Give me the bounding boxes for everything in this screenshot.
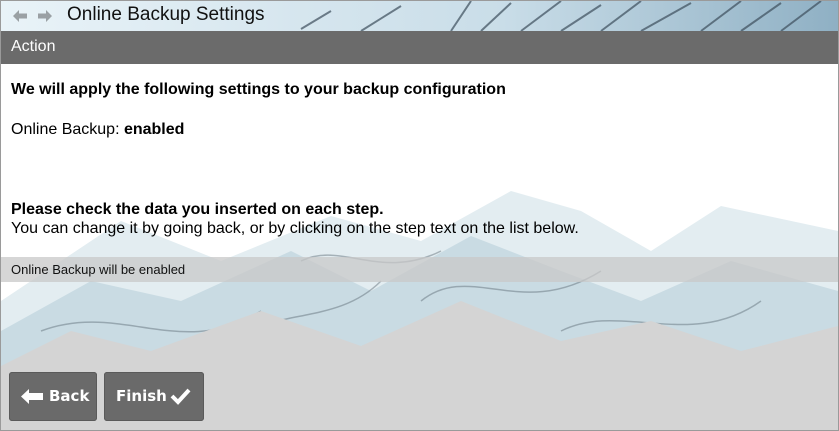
arrow-right-icon[interactable] bbox=[38, 10, 52, 22]
arrow-left-icon bbox=[21, 389, 43, 404]
online-backup-status: Online Backup: enabled bbox=[11, 121, 184, 139]
title-bar: Online Backup Settings bbox=[1, 1, 838, 31]
check-instructions: You can change it by going back, or by c… bbox=[11, 220, 579, 237]
check-heading: Please check the data you inserted on ea… bbox=[11, 201, 384, 218]
summary-heading: We will apply the following settings to … bbox=[11, 81, 506, 98]
finish-button[interactable]: Finish bbox=[104, 372, 204, 421]
checkmark-icon bbox=[170, 388, 191, 405]
action-bar-label: Action bbox=[11, 38, 56, 55]
back-button-label: Back bbox=[49, 387, 90, 405]
arrow-left-icon[interactable] bbox=[13, 10, 27, 22]
step-label[interactable]: Online Backup will be enabled bbox=[11, 262, 185, 277]
settings-window: Online Backup Settings Action We will ap… bbox=[0, 0, 839, 431]
finish-button-label: Finish bbox=[116, 387, 167, 405]
action-bar: Action bbox=[1, 31, 838, 64]
back-button[interactable]: Back bbox=[9, 372, 97, 421]
online-backup-label: Online Backup: bbox=[11, 121, 124, 138]
window-title: Online Backup Settings bbox=[67, 4, 265, 25]
online-backup-value: enabled bbox=[123, 121, 185, 138]
step-list-item[interactable]: Online Backup will be enabled bbox=[1, 257, 838, 282]
